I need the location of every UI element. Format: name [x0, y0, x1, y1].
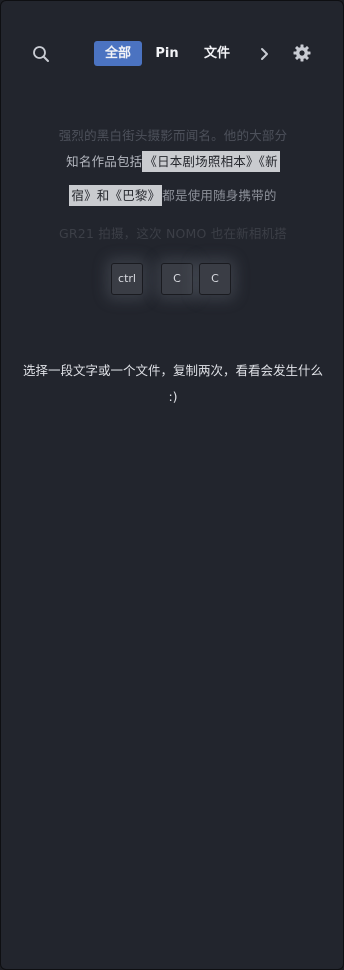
search-icon[interactable]: [29, 42, 53, 66]
tab-all[interactable]: 全部: [94, 41, 142, 66]
demo-text-line: 宿》和《巴黎》 都是使用随身携带的: [1, 185, 344, 206]
demo-text-line: 知名作品包括 《日本剧场照相本》《新: [1, 151, 344, 172]
demo-text-plain: 都是使用随身携带的: [162, 188, 277, 203]
tab-files[interactable]: 文件: [197, 41, 237, 66]
tab-pin[interactable]: Pin: [149, 41, 185, 66]
toolbar: 全部 Pin 文件: [1, 39, 344, 69]
app-window: 全部 Pin 文件 强烈的黑白街头摄影而闻名。他的大部分 知名作品包括 《日本剧…: [0, 0, 344, 970]
key-ctrl: ctrl: [111, 263, 143, 295]
key-c: C: [199, 263, 231, 295]
demo-text-line: GR21 拍摄，这次 NOMO 也在新相机搭: [59, 226, 287, 241]
demo-text-plain: 知名作品包括: [66, 154, 143, 169]
demo-text-highlight: 宿》和《巴黎》: [69, 185, 163, 206]
demo-text-line: 强烈的黑白街头摄影而闻名。他的大部分: [58, 128, 288, 143]
key-c: C: [161, 263, 193, 295]
gear-icon[interactable]: [290, 41, 314, 65]
keyboard-shortcut: ctrl C C: [1, 263, 344, 297]
empty-state-hint: 选择一段文字或一个文件，复制两次，看看会发生什么 :): [22, 363, 323, 404]
chevron-right-icon[interactable]: [252, 42, 276, 66]
demo-text-highlight: 《日本剧场照相本》《新: [142, 151, 280, 172]
